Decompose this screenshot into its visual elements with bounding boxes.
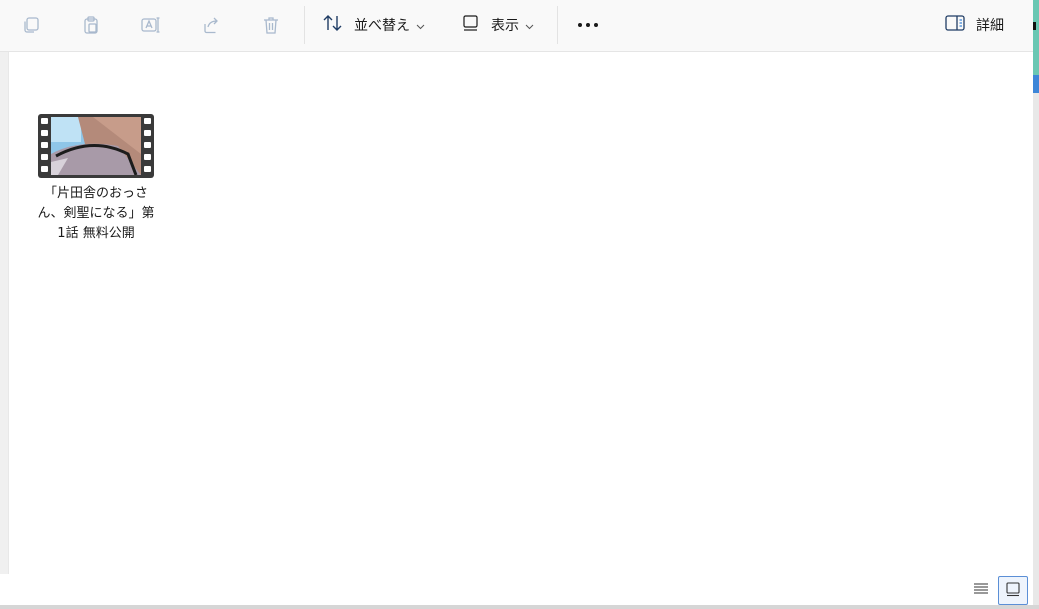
large-icons-view-button[interactable] <box>998 576 1028 605</box>
details-view-button[interactable] <box>966 576 996 605</box>
view-icon <box>461 13 481 37</box>
rename-icon[interactable] <box>137 11 165 39</box>
share-icon[interactable] <box>197 11 225 39</box>
file-name-line: 1話 無料公開 <box>57 226 135 241</box>
sort-icon <box>322 13 344 37</box>
copy-icon[interactable] <box>17 11 45 39</box>
adjacent-window-mark <box>1033 22 1036 30</box>
large-icons-view-icon <box>1005 581 1021 601</box>
details-pane-button[interactable]: 詳細 <box>944 11 1004 39</box>
navigation-pane-edge <box>0 52 9 574</box>
window-bottom-border <box>0 605 1039 609</box>
trash-icon[interactable] <box>257 11 285 39</box>
file-list-area[interactable]: 「片田舎のおっさ ん、剣聖になる」第 1話 無料公開 <box>10 52 1033 574</box>
chevron-down-icon <box>416 18 425 34</box>
details-pane-icon <box>944 14 966 36</box>
chevron-down-icon <box>525 18 534 34</box>
video-thumbnail <box>38 114 154 178</box>
view-label: 表示 <box>491 18 519 34</box>
sort-menu-button[interactable]: 並べ替え <box>322 11 425 39</box>
file-name-line: ん、剣聖になる」第 <box>37 206 155 221</box>
more-icon[interactable] <box>574 11 602 39</box>
command-bar: 並べ替え 表示 詳細 <box>0 0 1033 52</box>
file-name: 「片田舎のおっさ ん、剣聖になる」第 1話 無料公開 <box>32 184 160 244</box>
toolbar-separator <box>304 6 305 44</box>
adjacent-window-edge <box>1033 0 1039 609</box>
file-name-line: 「片田舎のおっさ <box>43 186 148 201</box>
list-view-icon <box>973 581 989 600</box>
adjacent-window-color-strip <box>1033 0 1039 75</box>
adjacent-window-accent-strip <box>1033 75 1039 93</box>
status-bar <box>0 574 1033 605</box>
view-menu-button[interactable]: 表示 <box>461 11 534 39</box>
sort-label: 並べ替え <box>354 18 410 34</box>
paste-icon[interactable] <box>77 11 105 39</box>
details-label: 詳細 <box>976 18 1004 34</box>
toolbar-separator <box>557 6 558 44</box>
